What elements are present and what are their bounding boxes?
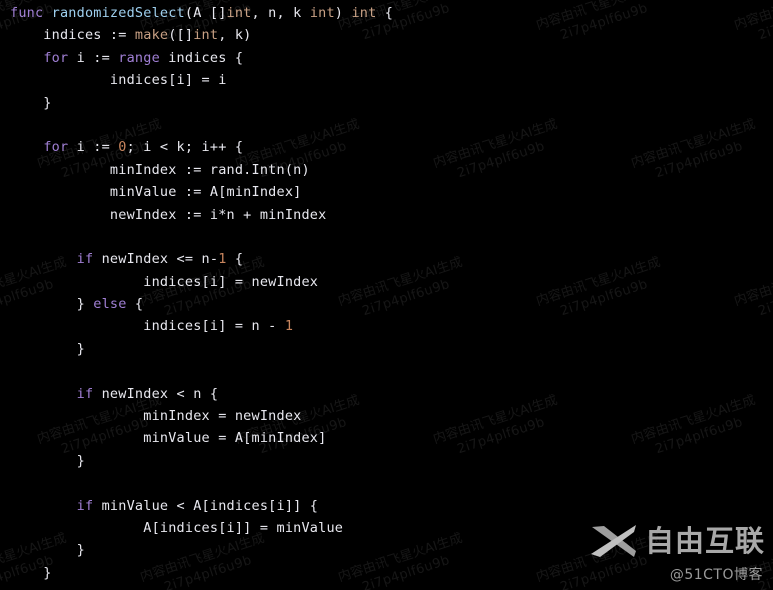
code-line: minValue := A[minIndex] xyxy=(10,184,302,201)
function-name: randomizedSelect xyxy=(51,5,185,21)
code-line: minIndex := rand.Intn(n) xyxy=(10,161,310,178)
number-literal: 1 xyxy=(218,251,227,268)
code-editor-surface: func randomizedSelect(A []int, n, k int)… xyxy=(0,0,773,590)
number-literal: 1 xyxy=(284,318,294,335)
code-line: indices := make([]int, k) xyxy=(10,27,252,44)
keyword-range: range xyxy=(118,49,160,66)
type-int: int xyxy=(193,27,219,44)
keyword-for: for xyxy=(43,139,69,156)
builtin-make: make xyxy=(134,27,169,44)
code-line: func randomizedSelect(A []int, n, k int)… xyxy=(10,5,394,21)
code-line: A[indices[i]] = minValue xyxy=(10,519,344,536)
code-line: if newIndex <= n-1 { xyxy=(76,251,244,268)
code-line: if newIndex < n { xyxy=(76,385,219,402)
code-line: } xyxy=(10,340,85,357)
code-line: } xyxy=(10,564,52,581)
code-line: if minValue < A[indices[i]] { xyxy=(76,497,319,514)
type-int: int xyxy=(309,5,335,21)
code-line: for i := range indices { xyxy=(43,49,244,66)
keyword-if: if xyxy=(76,497,94,514)
keyword-else: else xyxy=(93,296,127,313)
type-int: int xyxy=(226,5,252,21)
number-literal: 0 xyxy=(118,139,127,156)
keyword-if: if xyxy=(76,385,94,402)
code-line: minIndex = newIndex xyxy=(10,408,302,425)
code-line: minValue = A[minIndex] xyxy=(10,430,327,447)
keyword-func: func xyxy=(10,5,44,21)
code-line: for i := 0; i < k; i++ { xyxy=(43,139,244,156)
code-line: } xyxy=(10,452,85,469)
code-line: } xyxy=(10,94,52,111)
code-line: indices[i] = newIndex xyxy=(10,273,319,290)
code-line: } else { xyxy=(10,296,144,313)
keyword-for: for xyxy=(43,49,69,66)
code-line: indices[i] = i xyxy=(10,72,227,89)
keyword-if: if xyxy=(76,251,94,268)
code-line: indices[i] = n - 1 xyxy=(10,318,294,335)
code-line: newIndex := i*n + minIndex xyxy=(10,206,327,223)
code-line: } xyxy=(10,542,85,559)
type-int: int xyxy=(351,5,377,21)
go-source-code[interactable]: func randomizedSelect(A []int, n, k int)… xyxy=(10,2,393,584)
